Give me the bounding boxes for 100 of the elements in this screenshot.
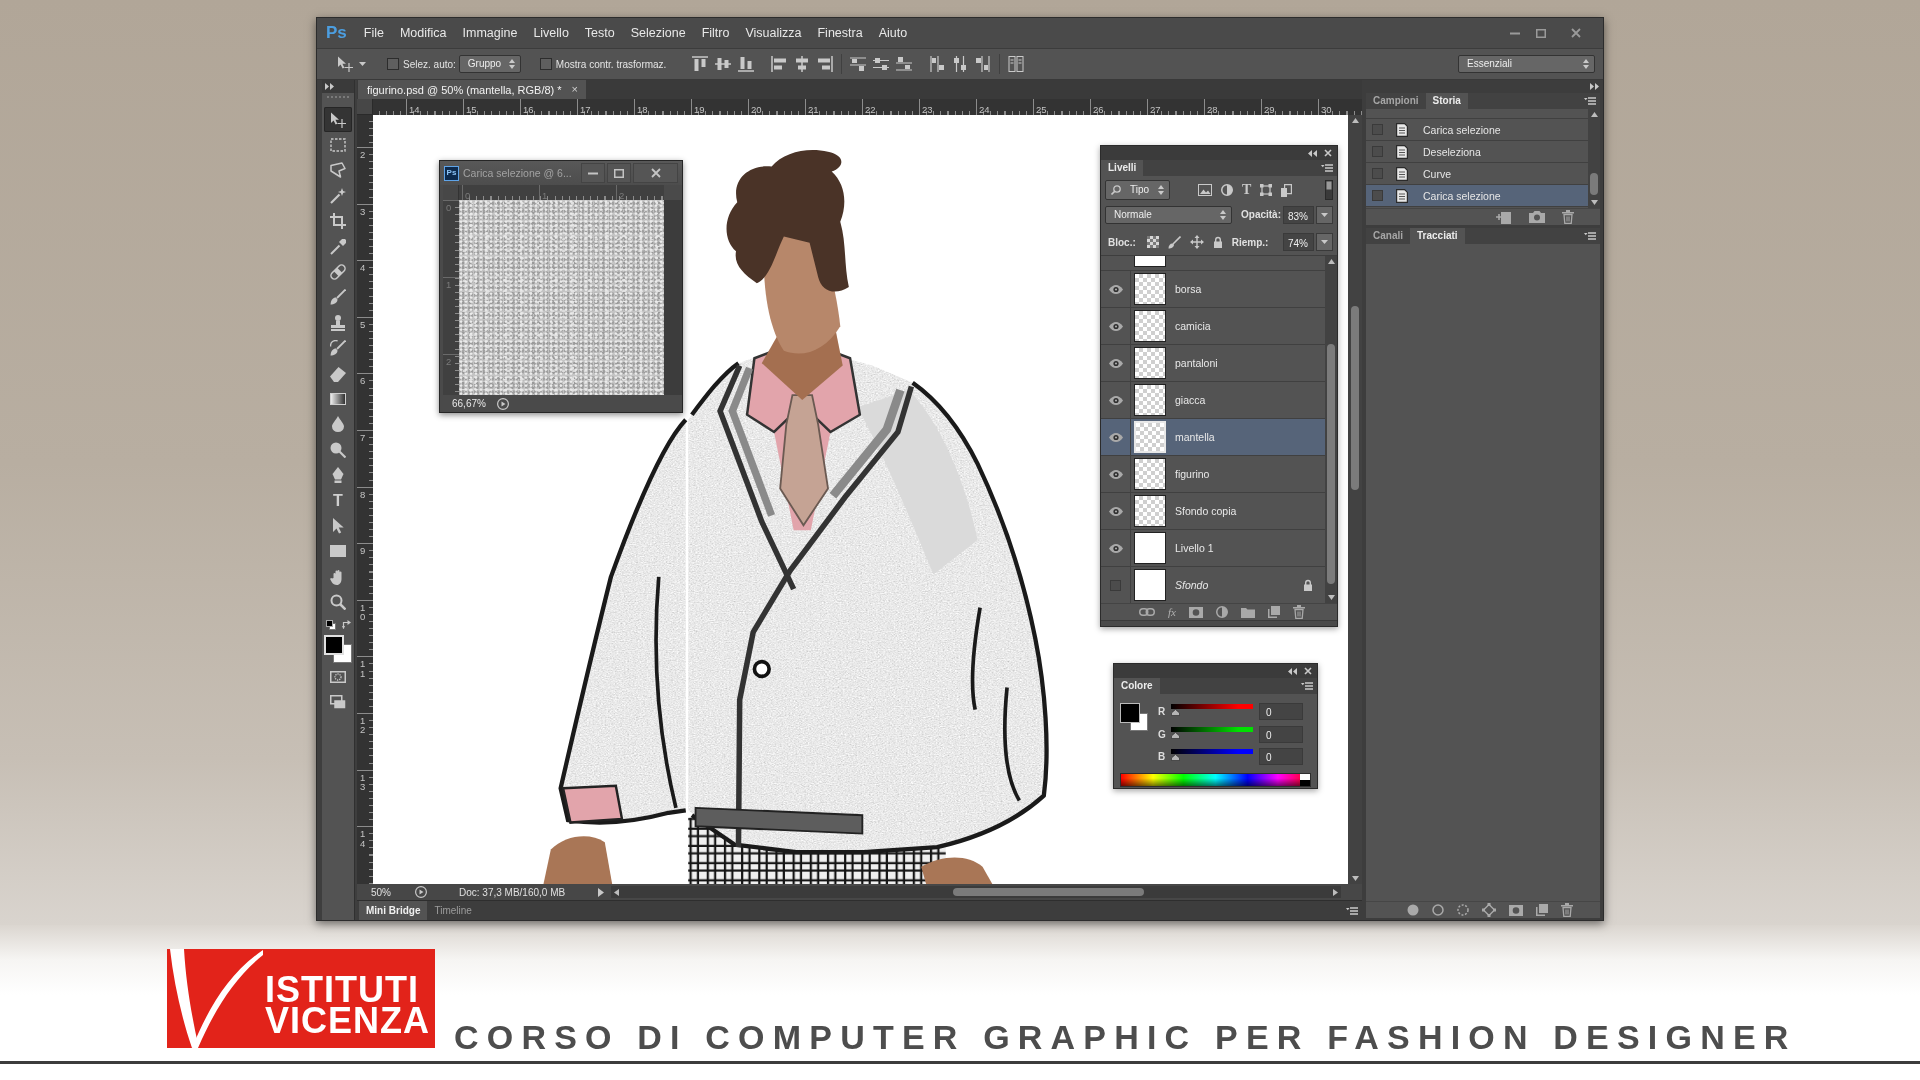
new-layer-icon[interactable] xyxy=(1267,606,1280,618)
arrow-down-icon[interactable] xyxy=(1327,595,1335,600)
layer-style-button[interactable]: fx xyxy=(1168,606,1176,618)
tool-button[interactable] xyxy=(324,107,352,133)
checkerboard-icon[interactable] xyxy=(1146,236,1159,248)
scrollbar[interactable] xyxy=(611,886,1341,898)
new-document-icon[interactable] xyxy=(1496,210,1512,224)
layer-row[interactable]: mantella xyxy=(1101,419,1325,456)
menu-item[interactable]: Immagine xyxy=(462,25,518,41)
value-field[interactable]: 0 xyxy=(1259,748,1303,765)
trash-icon[interactable] xyxy=(1292,605,1305,619)
align-horizontal-centers-icon[interactable] xyxy=(794,56,811,72)
menu-item[interactable]: Aiuto xyxy=(878,25,908,41)
checkbox[interactable] xyxy=(1372,124,1383,135)
new-path-icon[interactable] xyxy=(1536,904,1548,916)
menu-item[interactable]: Visualizza xyxy=(745,25,802,41)
eye-icon[interactable] xyxy=(1108,358,1123,368)
distribute-left-edges-icon[interactable] xyxy=(929,56,946,72)
link-icon[interactable] xyxy=(1139,608,1155,616)
trash-icon[interactable] xyxy=(1562,210,1574,224)
type-filter-button[interactable]: T xyxy=(1242,183,1252,197)
eye-icon[interactable] xyxy=(1108,284,1123,294)
menu-item[interactable]: Selezione xyxy=(630,25,686,41)
arrow-down-icon[interactable] xyxy=(1590,200,1598,205)
eye-icon[interactable] xyxy=(1108,321,1123,331)
panel-menu-icon[interactable] xyxy=(1584,232,1596,240)
close-tab-button[interactable]: × xyxy=(571,84,579,95)
align-left-edges-icon[interactable] xyxy=(771,56,788,72)
layer-row[interactable]: Sfondo xyxy=(1101,567,1325,604)
document-tab[interactable]: figurino.psd @ 50% (mantella, RGB/8) * × xyxy=(358,80,587,99)
color-swatches-icon[interactable] xyxy=(1120,703,1148,731)
mask-icon[interactable] xyxy=(1188,606,1203,618)
panel-tab[interactable]: Campioni xyxy=(1366,93,1426,109)
scrollbar-thumb[interactable] xyxy=(953,888,1144,896)
maximize-button[interactable] xyxy=(607,163,631,183)
menu-item[interactable]: Testo xyxy=(584,25,615,41)
distribute-vertical-centers-icon[interactable] xyxy=(873,56,890,72)
half-circle-icon[interactable] xyxy=(1215,606,1228,618)
scrollbar-thumb[interactable] xyxy=(1327,344,1335,584)
visibility-toggle[interactable] xyxy=(1110,579,1121,591)
checkbox[interactable] xyxy=(1372,146,1383,157)
menu-item[interactable]: Filtro xyxy=(701,25,730,41)
panel-tab[interactable]: Colore xyxy=(1114,678,1160,694)
arrow-down-icon[interactable] xyxy=(1351,876,1359,881)
align-bottom-edges-icon[interactable] xyxy=(738,56,755,72)
value-field[interactable]: 0 xyxy=(1259,725,1303,743)
folder-icon[interactable] xyxy=(1240,606,1255,618)
blend-mode-dropdown[interactable]: Normale xyxy=(1105,205,1232,224)
camera-icon[interactable] xyxy=(1529,211,1545,223)
eye-icon[interactable] xyxy=(1108,506,1123,516)
filled-circle-icon[interactable] xyxy=(1407,904,1419,916)
panel-menu-icon[interactable] xyxy=(1321,164,1333,172)
half-circle-icon[interactable] xyxy=(1221,184,1233,196)
menu-item[interactable]: Finestra xyxy=(817,25,863,41)
caret-icon[interactable] xyxy=(359,62,366,66)
brush-icon[interactable] xyxy=(1167,235,1181,249)
eye-icon[interactable] xyxy=(1108,543,1123,553)
square-corners-icon[interactable] xyxy=(1260,184,1273,196)
panel-tab[interactable]: Mini Bridge xyxy=(359,901,428,920)
distribute-top-edges-icon[interactable] xyxy=(850,56,867,72)
layer-row[interactable]: Sfondo copia xyxy=(1101,493,1325,530)
history-row[interactable]: Carica selezione xyxy=(1366,185,1588,207)
panel-tab[interactable]: Canali xyxy=(1366,228,1410,244)
mini-swatches-icon[interactable] xyxy=(325,619,336,630)
align-top-edges-icon[interactable] xyxy=(692,56,709,72)
zoom-level[interactable]: 66,67% xyxy=(452,398,497,409)
swap-arrow-icon[interactable] xyxy=(341,620,351,630)
trash-icon[interactable] xyxy=(1561,903,1573,917)
arrow-cross-icon[interactable] xyxy=(337,56,353,72)
slider-popup-button[interactable] xyxy=(1316,233,1333,251)
fill-field[interactable]: 74% xyxy=(1283,233,1314,251)
slider-thumb[interactable] xyxy=(1171,731,1180,739)
triangle-right-icon[interactable] xyxy=(598,887,604,897)
expand-icon[interactable] xyxy=(325,83,334,90)
layer-row[interactable]: camicia xyxy=(1101,308,1325,345)
dashed-circle-icon[interactable] xyxy=(1457,904,1469,916)
panel-menu-icon[interactable] xyxy=(1301,682,1313,690)
dotted-circle-frame-icon[interactable] xyxy=(330,670,346,683)
layer-row[interactable]: Livello 1 xyxy=(1101,530,1325,567)
panel-menu-icon[interactable] xyxy=(1584,97,1596,105)
minimize-button[interactable] xyxy=(581,163,605,183)
menu-item[interactable]: File xyxy=(363,25,384,41)
align-vertical-centers-icon[interactable] xyxy=(715,56,732,72)
close-button[interactable] xyxy=(633,163,678,183)
eye-icon[interactable] xyxy=(1108,469,1123,479)
anchor-points-icon[interactable] xyxy=(1482,903,1496,917)
eye-icon[interactable] xyxy=(1108,395,1123,405)
scrollbar[interactable] xyxy=(1325,256,1337,603)
play-circle-icon[interactable] xyxy=(497,397,509,410)
auto-align-layers-icon[interactable] xyxy=(1008,56,1025,72)
circle-outline-icon[interactable] xyxy=(1432,904,1444,916)
zoom-level[interactable]: 50% xyxy=(371,886,415,898)
scrollbar-thumb[interactable] xyxy=(1351,306,1359,490)
panel-tab[interactable]: Storia xyxy=(1425,93,1468,109)
opacity-field[interactable]: 83% xyxy=(1283,205,1314,224)
collapse-icon[interactable] xyxy=(1288,667,1297,675)
checkbox[interactable] xyxy=(1372,168,1383,179)
slider-thumb[interactable] xyxy=(1171,754,1180,761)
expand-icon[interactable] xyxy=(1590,83,1599,90)
distribute-right-edges-icon[interactable] xyxy=(975,56,992,72)
